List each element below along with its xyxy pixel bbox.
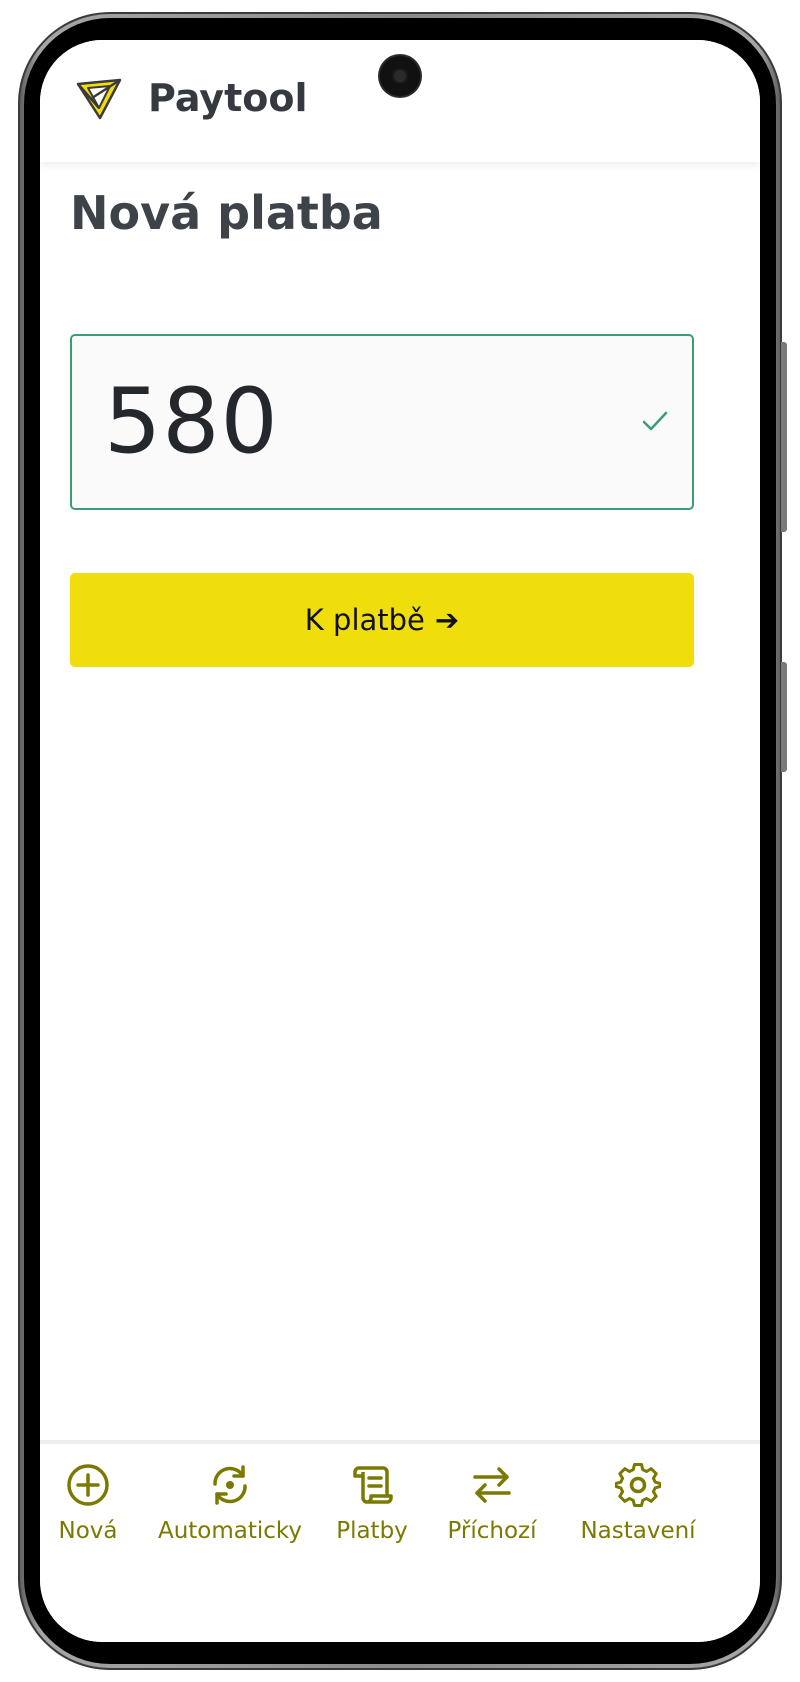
nav-label: Nastavení [580,1518,696,1544]
app-name: Paytool [148,76,308,120]
nav-label: Nová [58,1518,118,1544]
volume-button [781,342,787,532]
front-camera [380,56,420,96]
pay-button[interactable]: K platbě ➔ [70,573,694,667]
gear-icon [615,1463,661,1507]
app-screen: Paytool Nová platba 580 K platbě ➔ Nová [40,40,760,1642]
page-title: Nová platba [70,186,383,240]
arrow-right-icon: ➔ [434,603,460,637]
nav-item-automaticky[interactable]: Automaticky [157,1462,303,1544]
swap-arrows-icon [473,1467,511,1503]
nav-label: Platby [336,1518,408,1544]
amount-value[interactable]: 580 [104,372,279,472]
pay-button-label: K platbě [304,603,425,637]
nav-item-platby[interactable]: Platby [332,1462,412,1544]
scroll-icon [353,1466,393,1504]
nav-label: Příchozí [447,1518,537,1544]
nav-item-nova[interactable]: Nová [50,1462,126,1544]
check-icon [642,411,668,431]
nav-item-nastaveni[interactable]: Nastavení [576,1462,700,1544]
nav-item-prichozi[interactable]: Příchozí [442,1462,542,1544]
refresh-icon [213,1465,247,1505]
bottom-nav: Nová Automaticky Platby Příchozí Nastave… [40,1440,760,1642]
power-button [781,662,787,772]
paytool-logo-icon [76,78,122,120]
amount-input[interactable]: 580 [70,334,694,510]
nav-label: Automaticky [157,1518,303,1544]
plus-circle-icon [67,1464,109,1506]
